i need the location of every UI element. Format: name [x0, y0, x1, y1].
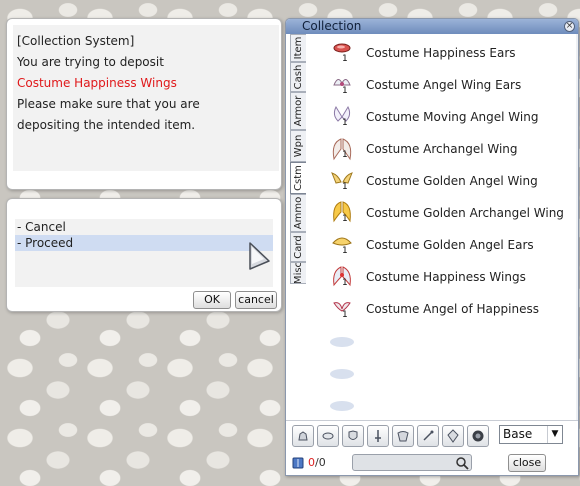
mid-headgear-icon[interactable] — [317, 425, 339, 447]
item-name: Costume Golden Angel Ears — [366, 238, 534, 252]
top-headgear-icon[interactable] — [292, 425, 314, 447]
shadow-icon[interactable] — [467, 425, 489, 447]
tab-weapon[interactable]: Wpn — [290, 130, 306, 162]
happiness-wings-icon: 1 — [328, 263, 356, 291]
menu-options-list: - Cancel - Proceed — [15, 219, 273, 287]
list-item[interactable]: 1 Costume Angel Wing Ears — [308, 69, 578, 101]
item-name: Costume Archangel Wing — [366, 142, 518, 156]
garment-icon[interactable] — [392, 425, 414, 447]
search-input[interactable] — [355, 456, 451, 469]
search-icon[interactable] — [455, 456, 469, 470]
tab-ammo[interactable]: Ammo — [290, 194, 306, 232]
npc-menu-window: - Cancel - Proceed OK cancel — [6, 198, 282, 312]
angel-happiness-icon: 1 — [328, 295, 356, 323]
ears-icon: 1 — [328, 39, 356, 67]
dialog-item-name: Costume Happiness Wings — [17, 76, 177, 90]
sort-select-value: Base — [503, 427, 533, 441]
tab-cash[interactable]: Cash — [290, 62, 306, 92]
category-tabs: Item Cash Armor Wpn Cstm Ammo Card Misc — [290, 34, 306, 284]
tab-item[interactable]: Item — [290, 34, 306, 62]
golden-ears-icon: 1 — [328, 231, 356, 259]
armor-icon[interactable] — [342, 425, 364, 447]
dialog-line: depositing the intended item. — [17, 118, 196, 132]
book-icon — [292, 457, 304, 469]
empty-slot — [308, 389, 578, 421]
list-item[interactable]: 1 Costume Golden Angel Wing — [308, 165, 578, 197]
collection-count: 0/0 — [308, 456, 326, 469]
dialog-line: You are trying to deposit — [17, 55, 164, 69]
sort-select[interactable]: Base ▼ — [499, 425, 563, 444]
empty-slot — [308, 357, 578, 389]
list-item[interactable]: 1 Costume Moving Angel Wing — [308, 101, 578, 133]
npc-dialog-text-area: [Collection System] You are trying to de… — [13, 25, 279, 171]
accessory-icon[interactable] — [417, 425, 439, 447]
empty-slot — [308, 325, 578, 357]
tab-armor[interactable]: Armor — [290, 92, 306, 130]
menu-option-cancel[interactable]: - Cancel — [15, 219, 273, 235]
dialog-line: [Collection System] — [17, 34, 135, 48]
close-button[interactable]: close — [508, 454, 546, 472]
dialog-line: Please make sure that you are — [17, 97, 200, 111]
list-item[interactable]: 1 Costume Golden Angel Ears — [308, 229, 578, 261]
item-name: Costume Moving Angel Wing — [366, 110, 539, 124]
close-icon[interactable]: × — [564, 21, 575, 32]
chevron-down-icon[interactable]: ▼ — [547, 426, 562, 443]
collection-count-current: 0 — [308, 456, 315, 469]
shield-icon[interactable] — [442, 425, 464, 447]
collection-window: Collection × Item Cash Armor Wpn Cstm Am… — [285, 18, 579, 476]
scrollbar[interactable] — [576, 34, 578, 420]
menu-option-proceed[interactable]: - Proceed — [15, 235, 273, 251]
list-item[interactable]: 1 Costume Archangel Wing — [308, 133, 578, 165]
list-item[interactable]: 1 Costume Happiness Wings — [308, 261, 578, 293]
collection-title: Collection — [302, 19, 362, 33]
weapon-icon[interactable] — [367, 425, 389, 447]
wing-ears-icon: 1 — [328, 71, 356, 99]
item-name: Costume Golden Archangel Wing — [366, 206, 564, 220]
ok-button[interactable]: OK — [193, 291, 231, 309]
item-name: Costume Angel of Happiness — [366, 302, 539, 316]
collection-count-total: /0 — [315, 456, 326, 469]
item-name: Costume Angel Wing Ears — [366, 78, 522, 92]
angel-wing-icon: 1 — [328, 103, 356, 131]
archangel-wing-icon: 1 — [328, 135, 356, 163]
collection-footer: 0/0 close — [286, 451, 578, 475]
list-item[interactable]: 1 Costume Happiness Ears — [308, 37, 578, 69]
tab-card[interactable]: Card — [290, 232, 306, 262]
collection-item-list: 1 Costume Happiness Ears 1 Costume Angel… — [308, 37, 578, 421]
tab-costume[interactable]: Cstm — [290, 162, 306, 194]
item-name: Costume Golden Angel Wing — [366, 174, 538, 188]
tab-misc[interactable]: Misc — [290, 262, 306, 284]
golden-wing-icon: 1 — [328, 167, 356, 195]
divider — [286, 420, 578, 421]
collection-title-bar[interactable]: Collection — [286, 19, 578, 34]
item-name: Costume Happiness Wings — [366, 270, 526, 284]
golden-archangel-wing-icon: 1 — [328, 199, 356, 227]
list-item[interactable]: 1 Costume Angel of Happiness — [308, 293, 578, 325]
list-item[interactable]: 1 Costume Golden Archangel Wing — [308, 197, 578, 229]
search-box — [352, 454, 472, 471]
cancel-button[interactable]: cancel — [235, 291, 277, 309]
mouse-cursor-icon — [249, 242, 270, 270]
item-name: Costume Happiness Ears — [366, 46, 516, 60]
npc-dialog-window: [Collection System] You are trying to de… — [6, 18, 282, 190]
